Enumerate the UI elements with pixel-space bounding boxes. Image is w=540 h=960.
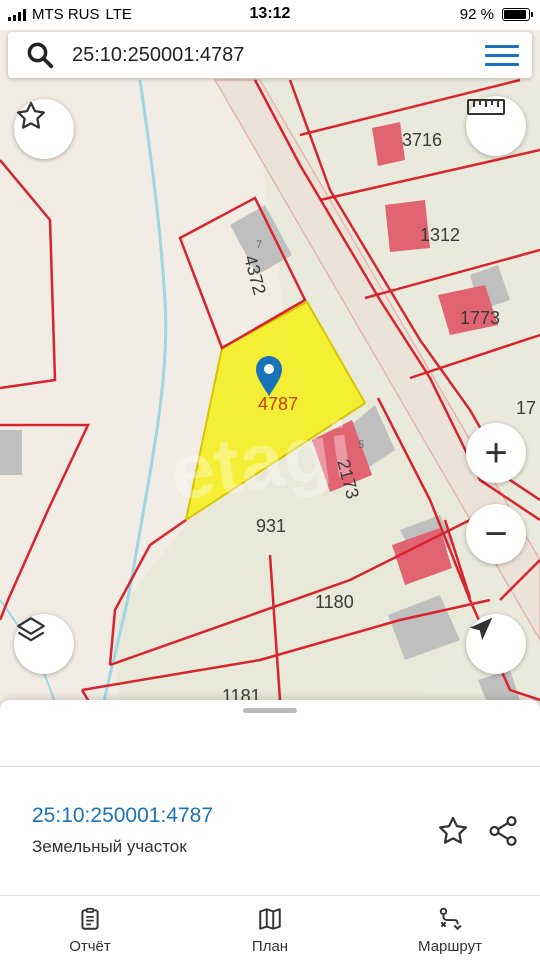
plot-label: 1312 — [420, 225, 460, 245]
tab-route[interactable]: Маршрут — [360, 896, 540, 960]
bottom-sheet[interactable]: 25:10:250001:4787 Земельный участок Отчё… — [0, 700, 540, 960]
status-bar: MTS RUS LTE 13:12 92 % — [0, 0, 540, 30]
map-canvas: etagi 3716 1312 4372 1773 4787 2173 931 … — [0, 78, 540, 720]
plot-label: 17 — [516, 398, 536, 418]
search-query[interactable]: 25:10:250001:4787 — [72, 44, 472, 67]
plus-icon: + — [484, 431, 508, 475]
hamburger-menu-icon[interactable] — [472, 32, 532, 78]
layers-icon — [17, 617, 45, 642]
report-clipboard-icon — [81, 907, 99, 930]
minus-icon: − — [484, 512, 508, 556]
ruler-button[interactable] — [466, 96, 526, 156]
plot-label: 931 — [256, 516, 286, 536]
cadastral-map[interactable]: etagi 3716 1312 4372 1773 4787 2173 931 … — [0, 0, 540, 720]
house-number: 5 — [358, 439, 364, 451]
tab-plan[interactable]: План — [180, 896, 360, 960]
plot-label: 1180 — [315, 592, 354, 612]
search-button[interactable] — [8, 32, 72, 78]
house-number: 7 — [256, 239, 262, 251]
zoom-in-button[interactable]: + — [466, 423, 526, 483]
navigation-arrow-icon — [469, 617, 493, 641]
bottom-tab-bar: Отчёт План Маршрут — [0, 896, 540, 960]
cadastral-number[interactable]: 25:10:250001:4787 — [32, 804, 213, 828]
search-bar[interactable]: 25:10:250001:4787 — [8, 32, 532, 78]
tab-label: Отчёт — [69, 938, 111, 955]
plot-label: 1773 — [460, 308, 500, 328]
tab-label: Маршрут — [418, 938, 482, 955]
route-icon — [439, 907, 462, 931]
search-icon — [27, 42, 54, 69]
star-icon — [16, 101, 46, 129]
layers-button[interactable] — [14, 614, 74, 674]
share-icon — [489, 815, 517, 847]
favorite-map-button[interactable] — [14, 99, 74, 159]
tab-report[interactable]: Отчёт — [0, 896, 180, 960]
map-plan-icon — [259, 908, 281, 930]
share-button[interactable] — [486, 814, 520, 853]
battery-percent: 92 % — [459, 6, 494, 23]
property-type: Земельный участок — [32, 837, 187, 856]
plot-label: 3716 — [402, 130, 442, 150]
building — [0, 430, 22, 475]
my-location-button[interactable] — [466, 614, 526, 674]
sheet-drag-handle[interactable] — [243, 708, 297, 713]
star-icon — [438, 816, 468, 844]
ruler-icon — [467, 99, 505, 115]
zoom-out-button[interactable]: − — [466, 504, 526, 564]
divider — [0, 766, 540, 767]
battery-icon — [502, 8, 533, 21]
plot-label-selected: 4787 — [258, 394, 298, 414]
tab-label: План — [251, 938, 289, 955]
favorite-button[interactable] — [436, 814, 470, 853]
